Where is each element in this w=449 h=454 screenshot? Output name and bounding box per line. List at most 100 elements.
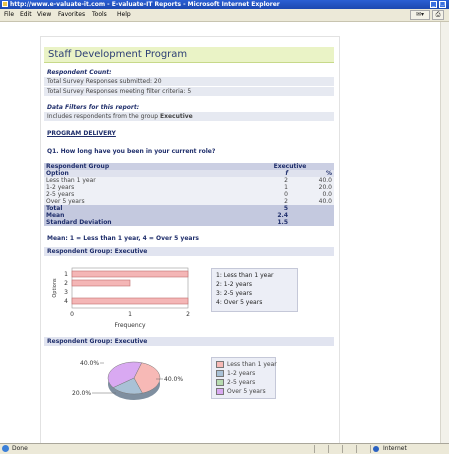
- zone-text: Internet: [383, 445, 407, 452]
- print-icon[interactable]: ⎙: [432, 10, 444, 20]
- sd-value: 1.5: [246, 219, 290, 226]
- menu-edit[interactable]: Edit: [20, 11, 32, 19]
- results-table: Respondent Group Executive Option f % Le…: [44, 163, 334, 226]
- total-value: 5: [246, 205, 290, 212]
- menu-file[interactable]: File: [4, 11, 14, 19]
- legend-label: 2-5 years: [227, 379, 256, 386]
- legend-swatch: [216, 361, 224, 368]
- pie-legend-item: 2-5 years: [216, 379, 255, 387]
- row-frequency: 1: [246, 184, 290, 191]
- row-option: 1-2 years: [44, 184, 236, 191]
- legend-label: Over 5 years: [227, 388, 266, 395]
- y-tick-label: 4: [64, 298, 68, 305]
- status-cell: [342, 445, 355, 453]
- legend-swatch: [216, 379, 224, 386]
- row-option: 2-5 years: [44, 191, 236, 198]
- row-option: Over 5 years: [44, 198, 236, 205]
- bar: [71, 279, 131, 287]
- mean-value: 2.4: [246, 212, 290, 219]
- sd-label: Standard Deviation: [44, 219, 236, 226]
- row-percent: 20.0: [290, 184, 334, 191]
- legend-swatch: [216, 388, 224, 395]
- menu-bar: File Edit View Favorites Tools Help ✉▾ ⎙: [0, 9, 449, 22]
- row-frequency: 2: [246, 177, 290, 184]
- zone-cell: Internet: [370, 445, 441, 453]
- pie-chart: 40.0% 20.0% 40.0%: [72, 360, 183, 400]
- total-row: Total 5: [44, 205, 334, 212]
- pie-section-title: Respondent Group: Executive: [47, 338, 148, 345]
- bar-section-header: Respondent Group: Executive: [44, 247, 334, 256]
- filter-group: Executive: [159, 113, 193, 120]
- filters-label: Data Filters for this report:: [47, 104, 140, 111]
- report-title-banner: Staff Development Program: [44, 47, 334, 63]
- status-bar: Done Internet: [0, 443, 449, 454]
- sd-row: Standard Deviation 1.5: [44, 219, 334, 226]
- legend-label: 1-2 years: [227, 370, 256, 377]
- table-subheader-row: Option f %: [44, 170, 334, 177]
- bar-section-title: Respondent Group: Executive: [47, 248, 148, 255]
- status-cell: [356, 445, 369, 453]
- y-tick-label: 3: [64, 289, 68, 296]
- row-frequency: 2: [246, 198, 290, 205]
- x-tick-label: 2: [186, 311, 190, 318]
- bar-legend-item: 4: Over 5 years: [216, 299, 263, 306]
- frequency-header: f: [246, 170, 290, 177]
- pie-legend-item: Less than 1 year: [216, 361, 277, 369]
- table-row: 2-5 years 0 0.0: [44, 191, 334, 198]
- row-percent: 0.0: [290, 191, 334, 198]
- menu-view[interactable]: View: [37, 11, 51, 19]
- filter-description: Includes respondents from the group: [47, 113, 159, 120]
- status-text: Done: [12, 445, 28, 452]
- status-cell: [314, 445, 327, 453]
- x-axis-label: Frequency: [115, 322, 146, 329]
- mail-icon[interactable]: ✉▾: [410, 10, 430, 20]
- page-icon: [2, 445, 9, 452]
- mean-label: Mean: [44, 212, 236, 219]
- row-percent: 40.0: [290, 177, 334, 184]
- y-axis-label: Options: [52, 278, 58, 298]
- minimize-button[interactable]: _: [430, 1, 437, 8]
- pie-legend-item: 1-2 years: [216, 370, 255, 378]
- vertical-scrollbar[interactable]: [440, 22, 449, 443]
- pie-label: 40.0%: [164, 376, 183, 383]
- pie-legend-item: Over 5 years: [216, 388, 266, 396]
- respondent-group-header: Respondent Group: [44, 163, 236, 170]
- row-option: Less than 1 year: [44, 177, 236, 184]
- table-row: Less than 1 year 2 40.0: [44, 177, 334, 184]
- bar-legend-item: 2: 1-2 years: [216, 281, 252, 288]
- question-title: Q1. How long have you been in your curre…: [47, 148, 216, 155]
- respondent-count-label: Respondent Count:: [47, 69, 112, 76]
- bar-legend-item: 3: 2-5 years: [216, 290, 252, 297]
- ie-icon: [2, 1, 8, 7]
- total-meeting: Total Survey Responses meeting filter cr…: [47, 88, 192, 95]
- bar: [71, 270, 189, 278]
- x-tick-label: 1: [128, 311, 132, 318]
- mean-note: Mean: 1 = Less than 1 year, 4 = Over 5 y…: [47, 235, 199, 242]
- row-percent: 40.0: [290, 198, 334, 205]
- pie-label: 20.0%: [72, 390, 91, 397]
- pie-label: 40.0%: [80, 360, 99, 367]
- pie-section-header: Respondent Group: Executive: [44, 337, 334, 346]
- window-title-bar: http://www.e-valuate-it.com - E-valuate-…: [0, 0, 449, 9]
- legend-swatch: [216, 370, 224, 377]
- maximize-button[interactable]: □: [439, 1, 446, 8]
- menu-favorites[interactable]: Favorites: [58, 11, 85, 19]
- mean-row: Mean 2.4: [44, 212, 334, 219]
- group-header: Executive: [246, 163, 334, 170]
- globe-icon: [373, 446, 379, 452]
- pie-legend: Less than 1 year 1-2 years 2-5 years Over 5…: [211, 357, 277, 399]
- total-label: Total: [44, 205, 236, 212]
- table-header-row: Respondent Group Executive: [44, 163, 334, 170]
- table-row: Over 5 years 2 40.0: [44, 198, 334, 205]
- filter-text: Includes respondents from the group Exec…: [47, 112, 193, 121]
- y-tick-label: 2: [64, 280, 68, 287]
- y-tick-label: 1: [64, 271, 68, 278]
- total-submitted: Total Survey Responses submitted: 20: [47, 78, 162, 85]
- section-link[interactable]: PROGRAM DELIVERY: [47, 130, 116, 137]
- x-tick-label: 0: [70, 311, 74, 318]
- menu-help[interactable]: Help: [117, 11, 131, 19]
- menu-tools[interactable]: Tools: [92, 11, 107, 19]
- window-title: http://www.e-valuate-it.com - E-valuate-…: [10, 1, 280, 8]
- bar: [71, 297, 189, 305]
- option-header: Option: [44, 170, 236, 177]
